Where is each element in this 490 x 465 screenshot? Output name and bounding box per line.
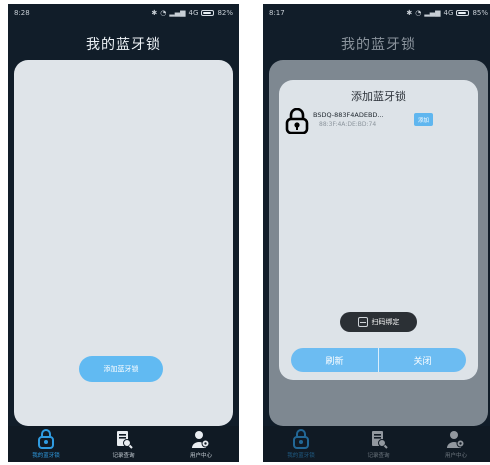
bottom-tab-bar: 我的蓝牙锁 记录查询 用户中心 [8,426,239,462]
status-icons: ✱ ◔ ▂▄▆ 4G 85% [406,9,488,17]
phone-screen-left: 8:28 ✱ ◔ ▂▄▆ 4G 82% 我的蓝牙锁 添加蓝牙锁 我的蓝牙锁 记录… [8,4,239,462]
tab-my-locks[interactable]: 我的蓝牙锁 [18,426,74,462]
add-bluetooth-lock-button[interactable]: 添加蓝牙锁 [79,356,163,382]
bluetooth-icon: ✱ [406,9,413,17]
battery-fill [203,12,211,14]
network-type: 4G [443,9,454,17]
lock-icon [293,429,309,449]
status-bar: 8:28 ✱ ◔ ▂▄▆ 4G 82% [8,4,239,22]
close-button[interactable]: 关闭 [379,348,466,372]
device-list-item[interactable]: BSDQ-883F4ADEBD... 88:3F:4A:DE:BD:74 添加 [285,108,472,134]
phone-screen-right: 8:17 ✱ ◔ ▂▄▆ 4G 85% 我的蓝牙锁 添加蓝牙锁 BSDQ-883… [263,4,490,462]
tab-label: 用户中心 [444,453,467,459]
add-lock-dialog: 添加蓝牙锁 BSDQ-883F4ADEBD... 88:3F:4A:DE:BD:… [279,80,478,380]
scan-bind-label: 扫码绑定 [371,318,400,326]
tab-user-center[interactable]: 用户中心 [428,426,484,462]
user-center-icon [447,431,465,448]
battery-fill [458,12,467,14]
tab-user-center[interactable]: 用户中心 [173,426,229,462]
tab-record-query[interactable]: 记录查询 [96,426,152,462]
alarm-icon: ◔ [160,9,167,17]
alarm-icon: ◔ [415,9,422,17]
dialog-title: 添加蓝牙锁 [351,90,406,103]
page-title: 我的蓝牙锁 [341,37,416,53]
bluetooth-icon: ✱ [151,9,158,17]
battery-icon [201,10,215,16]
tab-record-query[interactable]: 记录查询 [351,426,407,462]
tab-label: 我的蓝牙锁 [287,453,315,459]
battery-icon [456,10,470,16]
refresh-button[interactable]: 刷新 [291,348,379,372]
tab-label: 记录查询 [367,453,390,459]
status-time: 8:17 [269,9,285,17]
scan-bind-button[interactable]: 扫码绑定 [340,312,417,332]
tab-label: 记录查询 [112,453,135,459]
status-bar: 8:17 ✱ ◔ ▂▄▆ 4G 85% [263,4,490,22]
lock-icon [285,108,309,134]
user-center-icon [192,431,210,448]
add-device-button[interactable]: 添加 [414,113,433,126]
bottom-tab-bar: 我的蓝牙锁 记录查询 用户中心 [263,426,490,462]
tab-label: 用户中心 [189,453,212,459]
page-title: 我的蓝牙锁 [86,37,161,53]
status-time: 8:28 [14,9,30,17]
record-query-icon [116,431,133,449]
record-query-icon [371,431,388,449]
signal-icon: ▂▄▆ [424,9,441,17]
battery-percent: 82% [217,9,233,17]
tab-my-locks[interactable]: 我的蓝牙锁 [273,426,329,462]
dialog-actions: 刷新 关闭 [291,348,466,372]
device-name: BSDQ-883F4ADEBD... [313,111,384,119]
tab-label: 我的蓝牙锁 [32,453,60,459]
device-mac-address: 88:3F:4A:DE:BD:74 [319,121,377,128]
lock-icon [38,429,54,449]
network-type: 4G [188,9,199,17]
signal-icon: ▂▄▆ [169,9,186,17]
scan-icon [357,317,368,327]
battery-percent: 85% [472,9,488,17]
status-icons: ✱ ◔ ▂▄▆ 4G 82% [151,9,233,17]
